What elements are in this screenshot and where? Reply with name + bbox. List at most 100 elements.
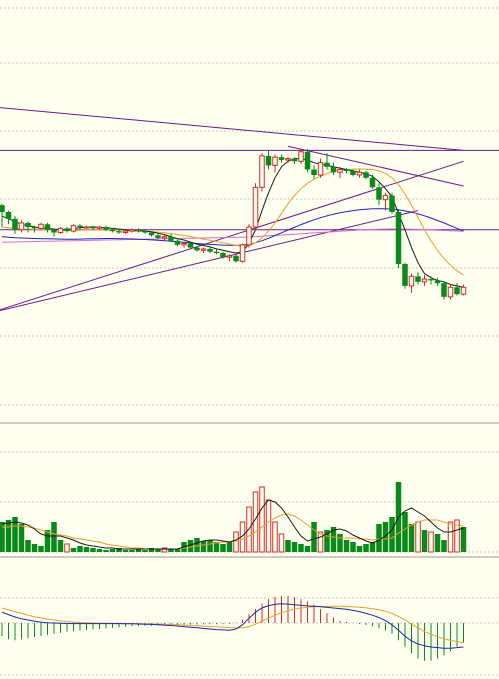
volume-bar (5, 520, 12, 552)
candle (382, 195, 389, 201)
candle (90, 227, 96, 229)
volume-bar (90, 548, 96, 552)
volume-bar (408, 524, 415, 552)
candle (207, 248, 213, 252)
macd-dea-line (1, 605, 464, 644)
volume-bar (298, 544, 304, 552)
candle (337, 169, 343, 173)
volume-bar (389, 517, 395, 552)
candle (402, 263, 408, 286)
candle (298, 151, 304, 162)
candle (18, 222, 25, 231)
volume-bar (343, 540, 350, 552)
candle (434, 280, 441, 284)
price-grid (0, 7, 499, 406)
macd-dif-line (1, 603, 464, 649)
volume-bar (77, 546, 83, 552)
candle (272, 156, 278, 166)
candle (317, 162, 324, 176)
candle (330, 166, 337, 173)
stock-chart (0, 7, 499, 676)
candle (194, 247, 200, 251)
volume-bar (285, 540, 291, 552)
candle (395, 211, 402, 264)
macd-panel (1, 596, 464, 661)
candle (428, 279, 434, 281)
candle (343, 169, 350, 171)
candle (415, 276, 421, 282)
candle (187, 243, 194, 248)
candle (181, 242, 187, 246)
candle (213, 251, 220, 254)
candle (311, 169, 317, 176)
candle (96, 226, 103, 229)
candle (142, 231, 148, 233)
volume-bar (51, 522, 57, 552)
candle (233, 255, 239, 262)
volume-bar (278, 533, 285, 553)
volume-bar (31, 544, 38, 552)
candle (363, 172, 369, 178)
candle (5, 211, 12, 219)
volume-bar (259, 486, 265, 553)
volume-bar (129, 550, 135, 552)
candle (369, 177, 376, 188)
candle (421, 278, 428, 283)
volume-bar (441, 540, 447, 552)
volume-bar (83, 547, 90, 552)
volume-bar (109, 549, 116, 552)
candle (220, 253, 226, 258)
candle (454, 287, 460, 295)
volume-bar (207, 540, 213, 552)
candle (109, 229, 116, 232)
candle (25, 222, 31, 228)
candle (278, 157, 285, 160)
price-panel (0, 107, 499, 312)
candle (304, 151, 311, 170)
volume-bar (194, 538, 200, 552)
volume-bar (200, 541, 207, 552)
candle (135, 229, 142, 232)
volume-bar (272, 521, 278, 553)
volume-bar (25, 540, 31, 552)
volume-bar (44, 530, 51, 552)
volume-bar (226, 542, 233, 552)
candle (129, 229, 135, 232)
candle (356, 171, 363, 176)
volume-bar (376, 524, 382, 552)
candle (174, 240, 181, 245)
volume-bar (460, 527, 467, 552)
candle (116, 231, 122, 233)
candle (64, 228, 70, 232)
candle (70, 225, 77, 232)
candle (324, 162, 330, 167)
candle (441, 283, 447, 297)
candle (155, 235, 161, 238)
volume-bar (142, 550, 148, 552)
candle (246, 226, 252, 246)
ma-mid-line (1, 168, 464, 276)
trend-line-0 (0, 107, 464, 151)
volume-bar (233, 531, 239, 553)
candle (103, 227, 109, 230)
candle (460, 286, 467, 295)
volume-bar (96, 549, 103, 552)
candle (200, 248, 207, 251)
candle (57, 227, 64, 234)
volume-bar (447, 521, 454, 553)
candle (350, 170, 356, 176)
volume-bar (350, 542, 356, 552)
candle (38, 223, 44, 229)
candle (239, 244, 246, 262)
candle (168, 236, 174, 241)
volume-bar (57, 540, 64, 552)
volume-bar (428, 531, 434, 553)
candle (259, 155, 265, 188)
candle (83, 226, 90, 229)
candle (376, 187, 382, 200)
volume-bar (38, 546, 44, 552)
volume-bar (291, 542, 298, 552)
volume-bar (415, 521, 421, 553)
candle (252, 186, 259, 228)
candle (0, 205, 5, 212)
